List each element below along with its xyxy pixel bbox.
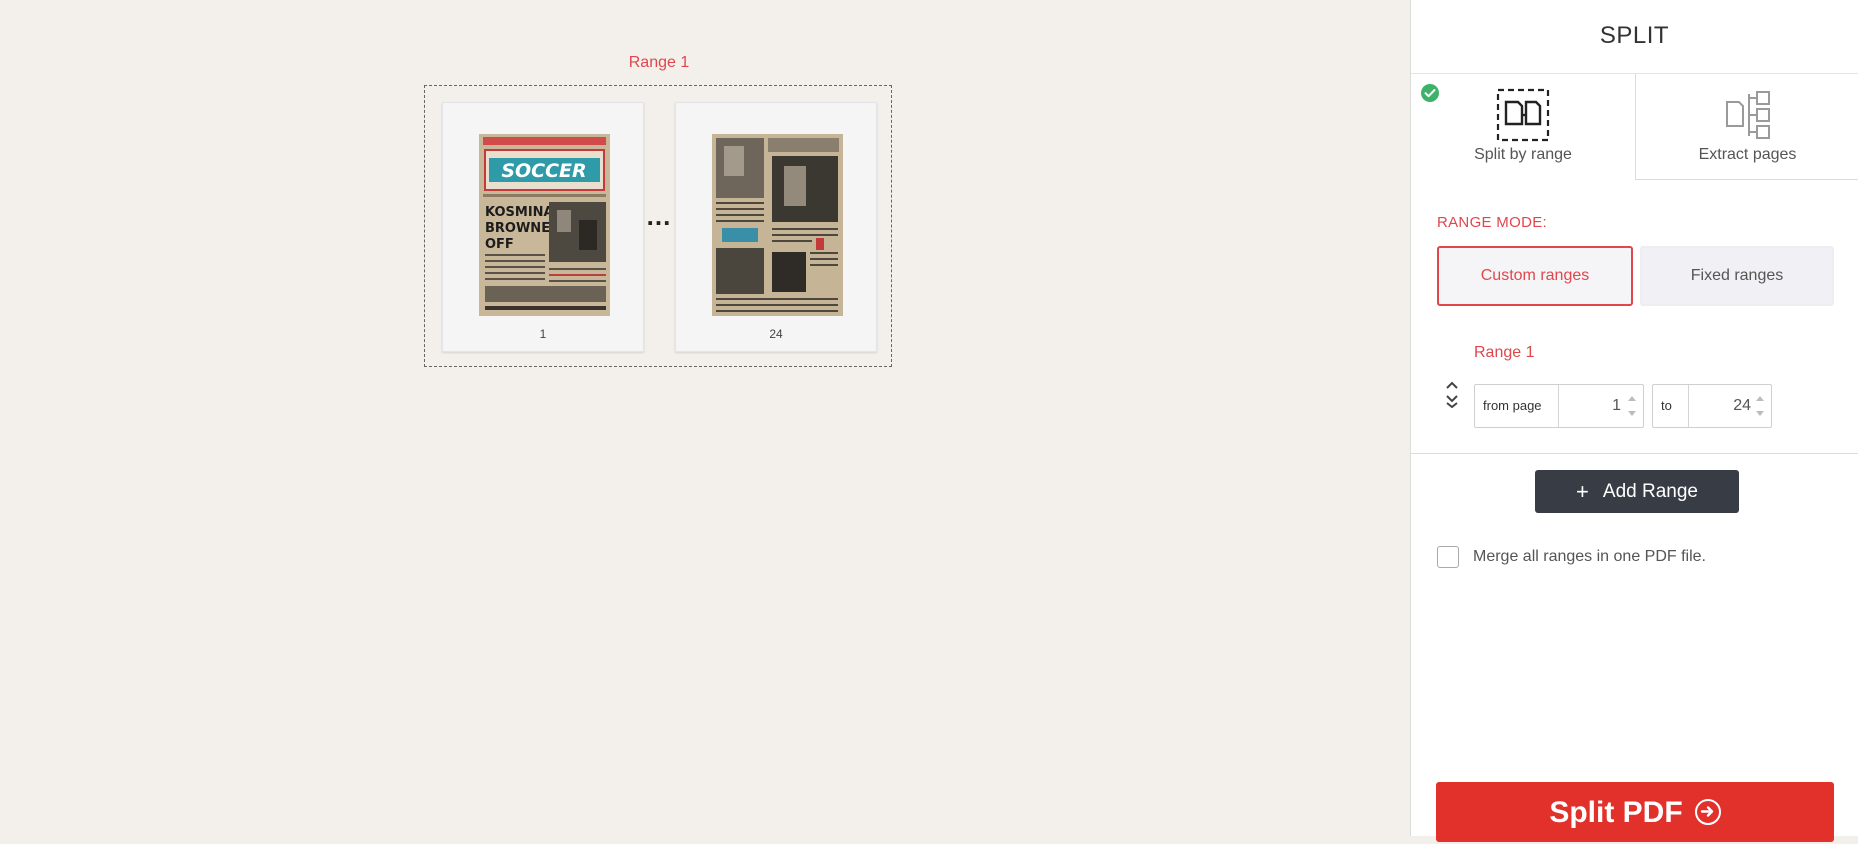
- plus-icon: +: [1576, 479, 1589, 504]
- split-options-panel: SPLIT Split by range Extract pages RANGE…: [1410, 0, 1858, 842]
- newspaper-cover-thumbnail: SOCCER KOSMINA BROWNED OFF: [479, 134, 610, 316]
- range-mode-label: RANGE MODE:: [1437, 214, 1547, 231]
- tab-label: Extract pages: [1698, 146, 1797, 163]
- tab-split-by-range[interactable]: Split by range: [1411, 74, 1635, 180]
- to-page-field[interactable]: to 24: [1652, 384, 1772, 428]
- newspaper-page-thumbnail: [712, 134, 843, 316]
- to-page-input[interactable]: 24: [1689, 385, 1751, 427]
- panel-title: SPLIT: [1599, 22, 1670, 49]
- split-pdf-button[interactable]: Split PDF: [1436, 782, 1834, 842]
- arrow-right-circle-icon: [1694, 799, 1721, 826]
- merge-label: Merge all ranges in one PDF file.: [1473, 548, 1706, 565]
- page-thumbnail: [712, 134, 843, 316]
- tab-label: Split by range: [1474, 146, 1572, 163]
- reorder-handle-icon[interactable]: [1444, 380, 1460, 409]
- from-page-input[interactable]: 1: [1559, 385, 1621, 427]
- from-page-label: from page: [1475, 385, 1559, 427]
- merge-checkbox[interactable]: [1437, 546, 1459, 568]
- custom-ranges-button[interactable]: Custom ranges: [1437, 246, 1633, 306]
- page-number: 24: [769, 327, 783, 341]
- tab-extract-pages[interactable]: Extract pages: [1635, 74, 1858, 180]
- divider: [1411, 453, 1858, 454]
- to-page-label: to: [1653, 385, 1689, 427]
- range-group: SOCCER KOSMINA BROWNED OFF 1 ... 24: [424, 85, 892, 367]
- extract-pages-icon: [1721, 88, 1775, 147]
- svg-text:OFF: OFF: [485, 237, 514, 252]
- spinner-icon[interactable]: [1627, 393, 1637, 419]
- range-caption: Range 1: [628, 54, 690, 71]
- more-pages-ellipsis: ...: [646, 201, 672, 231]
- page-card-first[interactable]: SOCCER KOSMINA BROWNED OFF 1: [442, 102, 644, 352]
- cover-headline: SOCCER: [501, 160, 586, 182]
- workspace: Range 1 SOCCER KOSMINA BROWNED OFF 1 ...…: [0, 0, 1410, 836]
- fixed-ranges-button[interactable]: Fixed ranges: [1640, 246, 1834, 306]
- check-circle-icon: [1421, 84, 1439, 102]
- add-range-label: Add Range: [1602, 481, 1698, 502]
- split-pdf-label: Split PDF: [1549, 796, 1683, 829]
- svg-text:KOSMINA: KOSMINA: [485, 205, 554, 220]
- page-card-last[interactable]: 24: [675, 102, 877, 352]
- page-thumbnail: SOCCER KOSMINA BROWNED OFF: [479, 134, 610, 316]
- spinner-icon[interactable]: [1755, 393, 1765, 419]
- range-title: Range 1: [1474, 344, 1535, 361]
- add-range-button[interactable]: + Add Range: [1535, 470, 1739, 513]
- page-number: 1: [539, 327, 547, 341]
- split-by-range-icon: [1496, 88, 1550, 147]
- from-page-field[interactable]: from page 1: [1474, 384, 1644, 428]
